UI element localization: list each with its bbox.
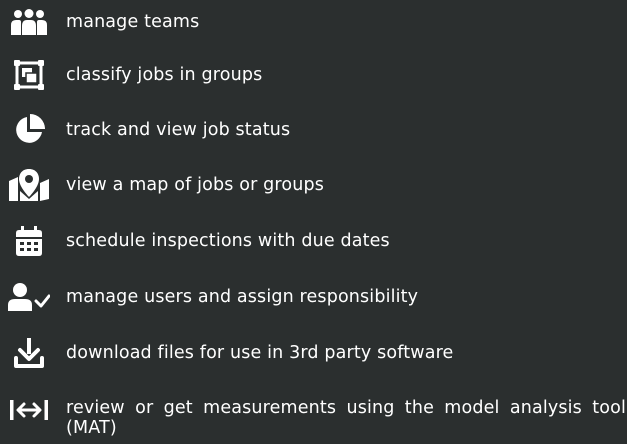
- feature-text: view a map of jobs or groups: [66, 175, 324, 195]
- pie-chart-icon: [8, 110, 50, 150]
- calendar-icon: [8, 221, 50, 261]
- feature-item-manage-teams: manage teams: [0, 2, 627, 42]
- measure-arrows-icon: [8, 390, 50, 430]
- user-check-icon: [8, 277, 50, 317]
- feature-text: review or get measurements using the mod…: [66, 398, 626, 438]
- map-marker-icon: [8, 165, 50, 205]
- feature-item-schedule: schedule inspections with due dates: [0, 221, 627, 261]
- feature-item-download: download files for use in 3rd party soft…: [0, 333, 627, 373]
- feature-item-classify-jobs: classify jobs in groups: [0, 55, 627, 95]
- feature-text: manage teams: [66, 12, 200, 32]
- feature-item-measurements: review or get measurements using the mod…: [0, 390, 627, 438]
- feature-text: track and view job status: [66, 120, 291, 140]
- feature-item-manage-users: manage users and assign responsibility: [0, 277, 627, 317]
- feature-list: manage teams classify jobs in groups tra…: [0, 0, 627, 444]
- feature-text: download files for use in 3rd party soft…: [66, 343, 454, 363]
- feature-item-track-status: track and view job status: [0, 110, 627, 150]
- feature-item-view-map: view a map of jobs or groups: [0, 165, 627, 205]
- feature-text: manage users and assign responsibility: [66, 287, 419, 307]
- download-icon: [8, 333, 50, 373]
- users-group-icon: [8, 2, 50, 42]
- feature-text: schedule inspections with due dates: [66, 231, 390, 251]
- feature-text: classify jobs in groups: [66, 65, 263, 85]
- group-squares-icon: [8, 55, 50, 95]
